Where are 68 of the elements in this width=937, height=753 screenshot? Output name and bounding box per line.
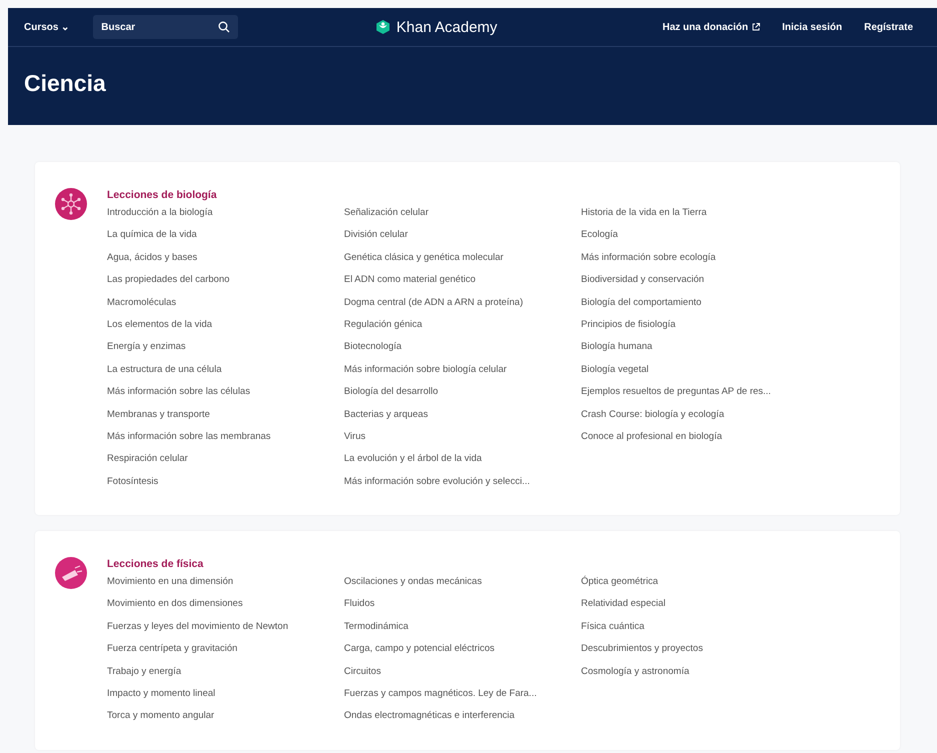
lesson-link[interactable]: Historia de la vida en la Tierra <box>581 204 818 226</box>
lesson-link[interactable]: Respiración celular <box>107 450 344 473</box>
lesson-link[interactable]: Fuerza centrípeta y gravitación <box>107 640 344 663</box>
section-title[interactable]: Lecciones de física <box>107 558 880 570</box>
lesson-link[interactable]: Oscilaciones y ondas mecánicas <box>344 573 581 596</box>
lesson-link[interactable]: Cosmología y astronomía <box>581 662 818 686</box>
lesson-link[interactable]: Señalización celular <box>344 204 581 226</box>
lesson-link[interactable]: Crash Course: biología y ecología <box>581 406 818 428</box>
lesson-link[interactable]: Fluidos <box>344 595 581 618</box>
lesson-link[interactable]: Los elementos de la vida <box>107 316 344 338</box>
lesson-link[interactable]: Bacterias y arqueas <box>344 406 581 428</box>
lesson-link[interactable]: Más información sobre ecología <box>581 248 818 272</box>
lesson-link[interactable]: Biodiversidad y conservación <box>581 271 818 294</box>
lesson-link[interactable]: Biología del comportamiento <box>581 294 818 316</box>
lesson-link[interactable]: Introducción a la biología <box>107 204 344 226</box>
lesson-link[interactable]: División celular <box>344 226 581 249</box>
section-title[interactable]: Lecciones de biología <box>107 189 880 201</box>
lesson-link[interactable]: Carga, campo y potencial eléctricos <box>344 640 581 663</box>
nav-link[interactable]: Haz una donación <box>662 22 760 32</box>
lesson-link[interactable]: La evolución y el árbol de la vida <box>344 450 581 473</box>
lesson-link[interactable]: Impacto y momento lineal <box>107 685 344 708</box>
lesson-link[interactable]: La química de la vida <box>107 226 344 249</box>
lesson-link[interactable]: Óptica geométrica <box>581 573 818 596</box>
lesson-link[interactable]: Más información sobre las membranas <box>107 428 344 450</box>
lesson-link[interactable]: Ecología <box>581 226 818 249</box>
lesson-link[interactable]: El ADN como material genético <box>344 271 581 294</box>
lesson-link[interactable]: Biología del desarrollo <box>344 383 581 406</box>
lesson-link[interactable]: Más información sobre las células <box>107 383 344 406</box>
lesson-link[interactable]: Biología vegetal <box>581 360 818 384</box>
lesson-link[interactable]: Ondas electromagnéticas e interferencia <box>344 707 581 730</box>
lesson-link[interactable]: Movimiento en dos dimensiones <box>107 595 344 618</box>
lesson-link[interactable]: Ejemplos resueltos de preguntas AP de res... <box>581 383 818 406</box>
lesson-link[interactable]: Virus <box>344 428 581 450</box>
page-title: Ciencia <box>24 70 106 96</box>
lesson-link[interactable]: Membranas y transporte <box>107 406 344 428</box>
lesson-link[interactable]: La estructura de una célula <box>107 360 344 384</box>
lesson-link[interactable]: Fuerzas y leyes del movimiento de Newton <box>107 618 344 640</box>
lesson-link[interactable]: Regulación génica <box>344 316 581 338</box>
lesson-link[interactable]: Relatividad especial <box>581 595 818 618</box>
lesson-link[interactable]: Circuitos <box>344 662 581 686</box>
lesson-link[interactable]: Genética clásica y genética molecular <box>344 248 581 272</box>
lesson-link[interactable]: Macromoléculas <box>107 294 344 316</box>
nav-link[interactable]: Regístrate <box>864 22 913 32</box>
external-link-icon <box>752 23 760 31</box>
lesson-link[interactable]: Las propiedades del carbono <box>107 271 344 294</box>
lesson-link[interactable]: Conoce al profesional en biología <box>581 428 818 450</box>
lesson-link[interactable]: Termodinámica <box>344 618 581 640</box>
nav-link[interactable]: Inicia sesión <box>782 22 842 32</box>
lesson-link[interactable]: Movimiento en una dimensión <box>107 573 344 596</box>
leaf-logo-icon <box>375 19 392 35</box>
site-logo[interactable]: Khan Academy <box>396 18 498 36</box>
lesson-link[interactable]: Más información sobre evolución y selecci... <box>344 472 581 496</box>
lesson-link[interactable]: Descubrimientos y proyectos <box>581 640 818 663</box>
courses-menu-button[interactable]: Cursos ⌄ <box>22 17 72 37</box>
lesson-link[interactable]: Fuerzas y campos magnéticos. Ley de Fara... <box>344 685 581 708</box>
lesson-link[interactable]: Biología humana <box>581 338 818 361</box>
lesson-link[interactable]: Trabajo y energía <box>107 662 344 686</box>
lesson-link[interactable]: Dogma central (de ADN a ARN a proteína) <box>344 294 581 316</box>
lesson-link[interactable]: Agua, ácidos y bases <box>107 248 344 272</box>
lesson-link[interactable]: Principios de fisiología <box>581 316 818 338</box>
lesson-link[interactable]: Más información sobre biología celular <box>344 360 581 384</box>
lesson-link[interactable]: Torca y momento angular <box>107 707 344 730</box>
lesson-link[interactable]: Energía y enzimas <box>107 338 344 361</box>
lesson-link[interactable]: Fotosíntesis <box>107 472 344 496</box>
search-field[interactable]: Buscar <box>93 15 238 39</box>
lesson-link[interactable]: Biotecnología <box>344 338 581 361</box>
molecule-icon <box>55 188 87 220</box>
lesson-link[interactable]: Física cuántica <box>581 618 818 640</box>
